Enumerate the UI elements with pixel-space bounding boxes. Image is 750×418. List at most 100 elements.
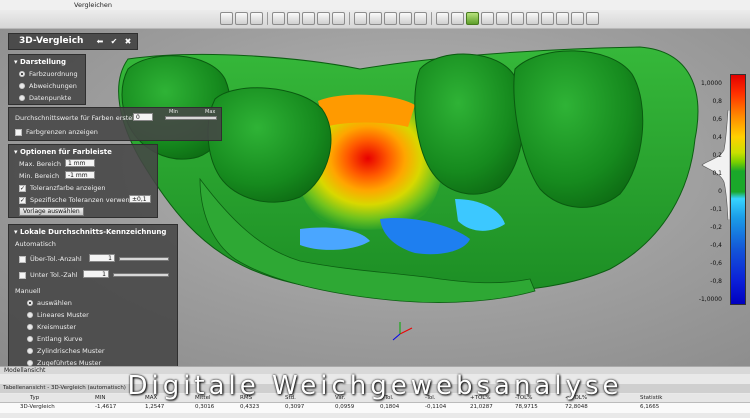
toolbar-tool-icon[interactable] (302, 12, 315, 25)
toolbar-tool-icon[interactable] (332, 12, 345, 25)
toolbar-tool-icon[interactable] (496, 12, 509, 25)
radio-auswaehlen[interactable]: auswählen (27, 299, 72, 307)
max-label: Max (205, 109, 216, 115)
radio-icon[interactable] (19, 71, 25, 77)
table-cell: 0,3016 (195, 404, 215, 410)
table-cell: -0,1104 (425, 404, 447, 410)
toolbar-tool-icon[interactable] (235, 12, 248, 25)
radio-lineares-muster[interactable]: Lineares Muster (27, 311, 89, 319)
toolbar-separator (431, 12, 432, 25)
video-caption: Digitale Weichgewebsanalyse (127, 371, 623, 401)
unter-tol-slider[interactable] (113, 273, 169, 277)
radio-icon[interactable] (27, 324, 33, 330)
toolbar-tool-icon[interactable] (481, 12, 494, 25)
spezifisch-value-field[interactable]: ±0,1 (129, 195, 151, 203)
color-scale-label: -0,2 (710, 224, 722, 231)
durchschnitt-value-field[interactable]: 0 (133, 113, 153, 121)
checkbox-unter-tol[interactable]: Unter Tol.-Zahl (19, 271, 78, 279)
toolbar-tool-icon[interactable] (556, 12, 569, 25)
toolbar-tool-icon[interactable] (384, 12, 397, 25)
toolbar-tool-icon[interactable] (436, 12, 449, 25)
min-label: Min (169, 109, 178, 115)
radio-icon[interactable] (27, 336, 33, 342)
min-bereich-field[interactable]: -1 mm (65, 171, 95, 179)
deviation-top (318, 94, 415, 127)
histogram (701, 110, 730, 220)
radio-datenpunkte[interactable]: Datenpunkte (19, 94, 71, 102)
toolbar-tool-icon[interactable] (526, 12, 539, 25)
toolbar-tool-icon[interactable] (287, 12, 300, 25)
toolbar-tool-icon[interactable] (272, 12, 285, 25)
ueber-tol-field[interactable]: 1 (89, 254, 115, 262)
toolbar-tool-icon[interactable] (414, 12, 427, 25)
radio-entlang-kurve[interactable]: Entlang Kurve (27, 335, 82, 343)
radio-icon[interactable] (19, 83, 25, 89)
color-scale-label: -0,8 (710, 278, 722, 285)
color-scale-label: 0,6 (712, 116, 722, 123)
back-arrow-icon[interactable]: ⬅ (95, 37, 105, 47)
toolbar-tool-icon[interactable] (399, 12, 412, 25)
table-row[interactable]: 3D-Vergleich -1,4617 1,2547 0,3016 0,4323 0,3… (0, 403, 750, 413)
panel-durchschnitt: Durchschnittswerte für Farben erstellen … (8, 107, 222, 141)
table-cell: 0,3097 (285, 404, 305, 410)
toolbar-tool-icon[interactable] (466, 12, 479, 25)
toolbar-tool-icon[interactable] (451, 12, 464, 25)
checkbox-farbgrenzen[interactable]: Farbgrenzen anzeigen (15, 128, 98, 136)
durchschnitt-label: Durchschnittswerte für Farben erstellen (15, 114, 145, 122)
dialog-title-bar: 3D-Vergleich ⬅ ✔ ✖ (8, 33, 138, 50)
radio-icon[interactable] (27, 312, 33, 318)
close-icon[interactable]: ✖ (123, 37, 133, 47)
table-cell: -1,4617 (95, 404, 117, 410)
toolbar-tool-icon[interactable] (220, 12, 233, 25)
table-cell: 0,4323 (240, 404, 260, 410)
dialog-title: 3D-Vergleich (19, 36, 84, 46)
color-scale-label: 0,8 (712, 98, 722, 105)
3d-compare-dialog: 3D-Vergleich ⬅ ✔ ✖ ▾ Darstellung Farbzuo… (8, 33, 222, 369)
toolbar-tool-icon[interactable] (250, 12, 263, 25)
radio-zylindrisch[interactable]: Zylindrisches Muster (27, 347, 105, 355)
panel-lokale: ▾ Lokale Durchschnitts-Kennzeichnung Aut… (8, 224, 178, 369)
confirm-check-icon[interactable]: ✔ (109, 37, 119, 47)
radio-icon[interactable] (19, 95, 25, 101)
toolbar-tool-icon[interactable] (571, 12, 584, 25)
radio-farbzuordnung[interactable]: Farbzuordnung (19, 70, 78, 78)
checkbox-icon[interactable] (19, 271, 26, 279)
color-scale-label: 1,0000 (701, 80, 722, 87)
toolbar-tool-icon[interactable] (317, 12, 330, 25)
unter-tol-field[interactable]: 1 (83, 270, 109, 278)
checkbox-ueber-tol[interactable]: Über-Tol.-Anzahl (19, 255, 82, 263)
checkbox-icon[interactable] (15, 128, 22, 136)
radio-icon[interactable] (27, 300, 33, 306)
radio-icon[interactable] (27, 348, 33, 354)
table-cell: 0,1804 (380, 404, 400, 410)
color-scale-label: -0,4 (710, 242, 722, 249)
checkbox-toleranzfarbe[interactable]: ✓ Toleranzfarbe anzeigen (19, 184, 106, 192)
check-icon[interactable]: ✓ (19, 184, 26, 192)
check-icon[interactable]: ✓ (19, 196, 26, 204)
color-scale-label: -0,1 (710, 206, 722, 213)
ueber-tol-slider[interactable] (119, 257, 169, 261)
checkbox-spezifisch[interactable]: ✓ Spezifische Toleranzen verwenden (19, 196, 142, 204)
radio-kreismuster[interactable]: Kreismuster (27, 323, 76, 331)
toolbar-tool-icon[interactable] (541, 12, 554, 25)
toolbar-tool-icon[interactable] (586, 12, 599, 25)
max-bereich-field[interactable]: 1 mm (65, 159, 95, 167)
menu-vergleichen[interactable]: Vergleichen (74, 1, 112, 9)
toolbar-tools (220, 12, 599, 25)
axis-triad (392, 322, 413, 341)
vorlage-button[interactable]: Vorlage auswählen (19, 207, 84, 216)
table-cell: 78,9715 (515, 404, 538, 410)
durchschnitt-slider[interactable] (165, 116, 217, 120)
manuell-label: Manuell (15, 287, 41, 295)
max-bereich-label: Max. Bereich (19, 160, 62, 168)
toolbar-tool-icon[interactable] (511, 12, 524, 25)
table-cell: 6,1665 (640, 404, 660, 410)
toolbar-separator (349, 12, 350, 25)
checkbox-icon[interactable] (19, 255, 26, 263)
table-cell: 0,0959 (335, 404, 355, 410)
toolbar-tool-icon[interactable] (369, 12, 382, 25)
toolbar-tool-icon[interactable] (354, 12, 367, 25)
toolbar (0, 10, 750, 29)
radio-abweichungen[interactable]: Abweichungen (19, 82, 77, 90)
farbleiste-header: ▾ Optionen für Farbleiste (14, 148, 112, 156)
